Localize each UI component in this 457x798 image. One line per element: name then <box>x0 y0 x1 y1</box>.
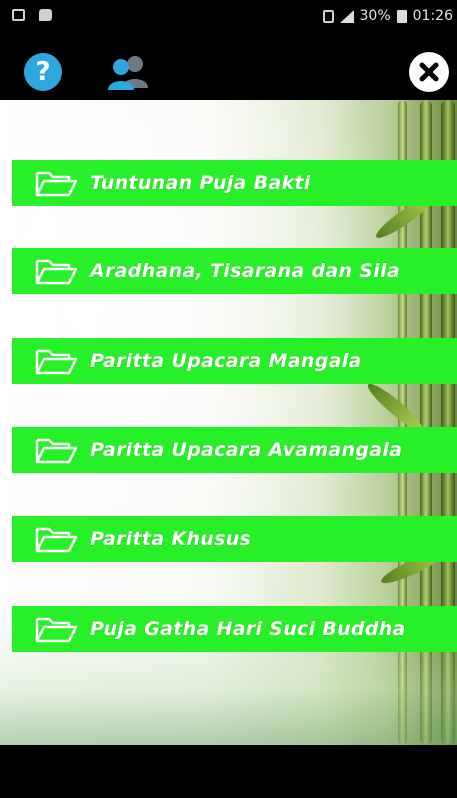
bottom-bar <box>0 745 457 798</box>
gallery-notification-icon <box>12 9 25 21</box>
message-notification-icon <box>39 9 52 21</box>
folder-icon <box>35 527 78 553</box>
menu-item-paritta-upacara-mangala[interactable]: Paritta Upacara Mangala <box>12 338 457 384</box>
menu-item-label: Puja Gatha Hari Suci Buddha <box>90 618 406 640</box>
users-icon <box>108 56 148 90</box>
menu-item-label: Paritta Upacara Avamangala <box>90 439 403 461</box>
menu-item-label: Aradhana, Tisarana dan Sila <box>90 260 400 282</box>
folder-icon <box>35 259 78 285</box>
clock: 01:26 <box>412 8 453 24</box>
close-button[interactable] <box>409 52 449 92</box>
folder-icon <box>35 617 78 643</box>
users-button[interactable] <box>104 52 154 92</box>
folder-icon <box>35 349 78 375</box>
menu-item-paritta-upacara-avamangala[interactable]: Paritta Upacara Avamangala <box>12 427 457 473</box>
menu-item-aradhana-tisarana-sila[interactable]: Aradhana, Tisarana dan Sila <box>12 248 457 294</box>
sim-icon <box>322 9 334 23</box>
help-icon: ? <box>35 57 51 87</box>
notification-icons <box>12 9 52 21</box>
help-button[interactable]: ? <box>24 53 62 91</box>
system-status: 30% 01:26 <box>322 8 453 24</box>
battery-icon <box>396 9 407 23</box>
menu-item-puja-gatha-hari-suci-buddha[interactable]: Puja Gatha Hari Suci Buddha <box>12 606 457 652</box>
status-bar: 30% 01:26 <box>0 0 457 34</box>
battery-percent: 30% <box>359 8 391 24</box>
menu-item-label: Paritta Khusus <box>90 528 252 550</box>
app-toolbar <box>0 34 457 100</box>
folder-icon <box>35 171 78 197</box>
menu-item-label: Paritta Upacara Mangala <box>90 350 362 372</box>
menu-item-tuntunan-puja-bakti[interactable]: Tuntunan Puja Bakti <box>12 160 457 206</box>
close-icon <box>419 62 439 82</box>
menu-item-label: Tuntunan Puja Bakti <box>90 172 311 194</box>
folder-icon <box>35 438 78 464</box>
signal-icon <box>339 9 354 23</box>
menu-item-paritta-khusus[interactable]: Paritta Khusus <box>12 516 457 562</box>
